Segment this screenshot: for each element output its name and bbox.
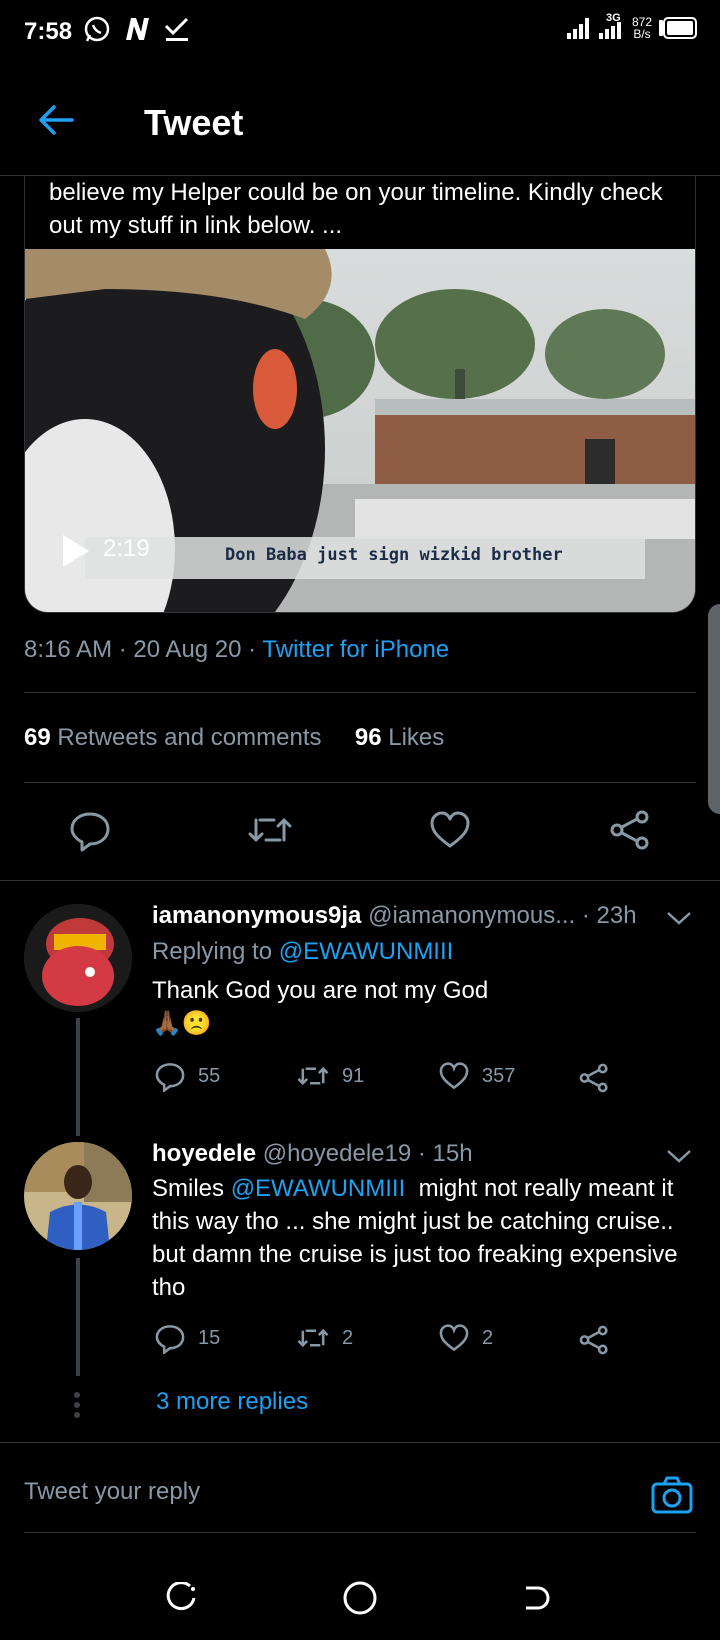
reply-comment-action[interactable]: 55 — [154, 1060, 220, 1092]
whatsapp-icon — [84, 16, 110, 42]
chevron-down-icon[interactable] — [666, 910, 692, 926]
like-icon — [439, 1324, 469, 1352]
reply-retweet-action[interactable]: 2 — [296, 1322, 353, 1354]
avatar[interactable] — [24, 904, 132, 1012]
tweet-time: 8:16 AM — [24, 636, 113, 663]
divider — [24, 782, 696, 783]
chevron-down-icon[interactable] — [666, 1148, 692, 1164]
reply-retweet-action[interactable]: 91 — [296, 1060, 364, 1092]
share-icon[interactable] — [578, 1062, 610, 1094]
replying-to: Replying to @EWAWUNMIII — [152, 938, 454, 965]
video-player[interactable]: 2:19 Don Baba just sign wizkid brother — [25, 249, 695, 612]
likes-stat[interactable]: 96 Likes — [355, 724, 444, 751]
battery-icon — [659, 17, 697, 39]
video-caption: Don Baba just sign wizkid brother — [225, 545, 563, 565]
top-app-bar: Tweet — [0, 66, 720, 176]
tweet-actions — [0, 808, 720, 868]
mention-link[interactable]: @EWAWUNMIII — [279, 938, 454, 965]
tweet-stats: 69 Retweets and comments 96 Likes — [24, 724, 444, 752]
home-icon[interactable] — [342, 1580, 378, 1616]
check-download-icon — [164, 17, 189, 41]
reply-like-action[interactable]: 2 — [438, 1322, 493, 1354]
divider — [0, 880, 720, 881]
status-icons-left — [82, 14, 192, 44]
retweet-icon — [297, 1328, 329, 1348]
share-icon[interactable] — [578, 1324, 610, 1356]
reply-header: iamanonymous9ja @iamanonymous... · 23h — [152, 902, 637, 930]
reply-icon[interactable] — [68, 808, 112, 852]
thread-dots — [74, 1392, 80, 1418]
system-nav-bar — [0, 1530, 720, 1640]
thread-line — [76, 1018, 80, 1136]
divider — [24, 692, 696, 693]
n-icon — [126, 18, 149, 40]
status-icons-right: 3G 872 B/s — [566, 12, 698, 41]
like-icon — [439, 1062, 469, 1090]
reply-author-handle: @hoyedele19 — [262, 1140, 412, 1167]
camera-icon[interactable] — [650, 1474, 694, 1518]
like-icon[interactable] — [428, 808, 472, 852]
reply-age: · 15h — [417, 1140, 473, 1167]
reply-icon — [155, 1325, 185, 1354]
reply-icon — [155, 1063, 185, 1092]
tweet-meta: 8:16 AM · 20 Aug 20 · Twitter for iPhone — [24, 636, 450, 663]
tweet-source-link[interactable]: Twitter for iPhone — [262, 636, 449, 663]
retweet-icon[interactable] — [248, 808, 292, 852]
divider — [0, 1442, 720, 1443]
reply-author-name[interactable]: iamanonymous9ja — [152, 902, 361, 929]
reply-composer-input[interactable]: Tweet your reply — [24, 1478, 200, 1506]
back-icon[interactable] — [520, 1582, 552, 1614]
tweet-card[interactable]: believe my Helper could be on your timel… — [24, 176, 696, 613]
reply-age: · 23h — [581, 902, 637, 929]
mention-link[interactable]: @EWAWUNMIII — [231, 1175, 406, 1202]
tweet-date: 20 Aug 20 — [133, 636, 242, 663]
thread-line — [76, 1258, 80, 1376]
net-speed: 872 B/s — [631, 15, 652, 41]
reply-comment-action[interactable]: 15 — [154, 1322, 220, 1354]
page-title: Tweet — [144, 102, 244, 143]
avatar[interactable] — [24, 1142, 132, 1250]
reply-text: Smiles @EWAWUNMIII might not really mean… — [152, 1175, 678, 1301]
recents-icon[interactable] — [166, 1582, 198, 1614]
status-time: 7:58 — [24, 18, 73, 45]
signal-3g-icon: 3G — [598, 12, 626, 40]
reply-header: hoyedele @hoyedele19 · 15h — [152, 1140, 473, 1168]
reply-emoji: 🙏🏾🙁 — [152, 1010, 212, 1037]
retweets-stat[interactable]: 69 Retweets and comments — [24, 724, 322, 751]
reply-author-name[interactable]: hoyedele — [152, 1140, 256, 1167]
signal-icon — [566, 18, 589, 39]
back-arrow-icon[interactable] — [36, 100, 76, 140]
reply-like-action[interactable]: 357 — [438, 1060, 515, 1092]
share-icon[interactable] — [608, 808, 652, 852]
video-duration: 2:19 — [103, 535, 150, 562]
reply-author-handle: @iamanonymous... — [368, 902, 576, 929]
retweet-icon — [297, 1066, 329, 1086]
scrollbar-thumb[interactable] — [708, 604, 720, 814]
more-replies-link[interactable]: 3 more replies — [156, 1388, 308, 1416]
reply-text: Thank God you are not my God — [152, 977, 489, 1004]
status-bar: 7:58 3G 872 B/s — [0, 0, 720, 66]
play-icon[interactable] — [61, 533, 91, 569]
tweet-text: believe my Helper could be on your timel… — [49, 179, 663, 239]
